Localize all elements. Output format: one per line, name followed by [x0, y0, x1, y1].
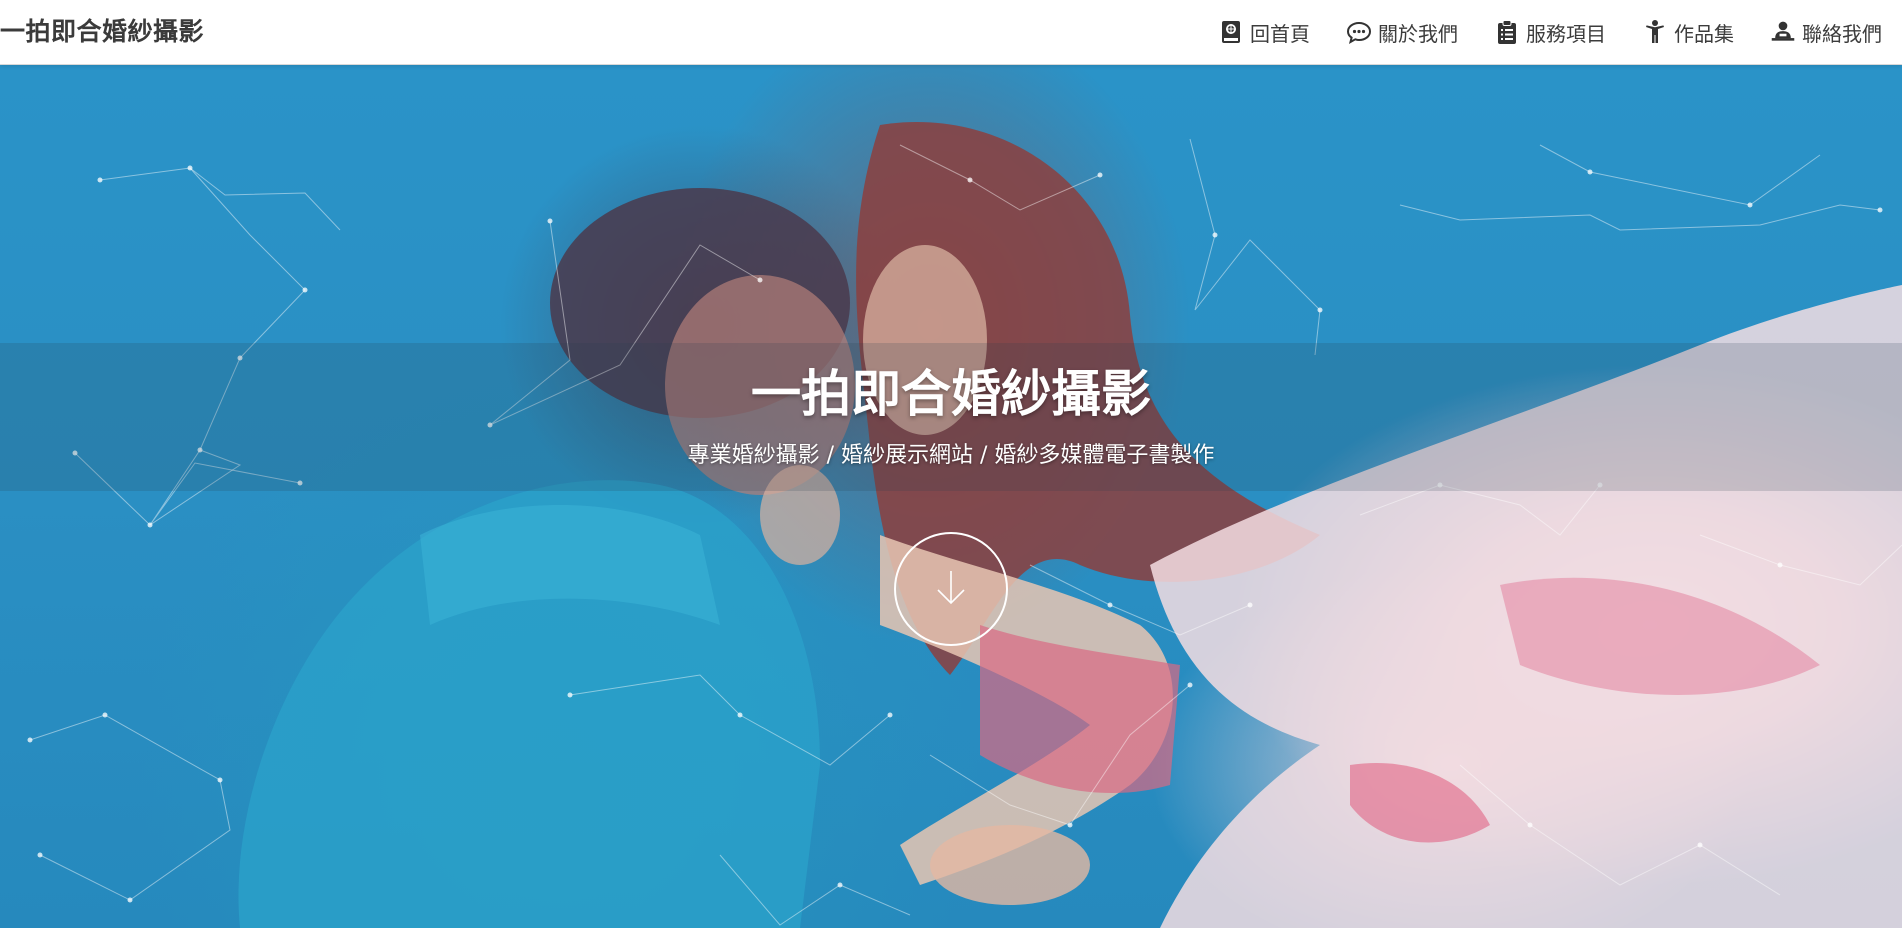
- nav-label-portfolio: 作品集: [1674, 21, 1734, 46]
- hero-photo-illustration: [27, 121, 1902, 928]
- chat-bubble-icon: [1346, 19, 1372, 45]
- nav-label-home: 回首頁: [1250, 21, 1310, 46]
- home-book-icon: [1218, 19, 1244, 45]
- main-nav: 回首頁 關於我們 服務項目 作品集 聯絡我們: [1218, 0, 1882, 64]
- brand-logo[interactable]: 一拍即合婚紗攝影: [0, 16, 204, 48]
- nav-item-contact[interactable]: 聯絡我們: [1770, 18, 1882, 47]
- contact-person-icon: [1770, 19, 1796, 45]
- top-navbar: 一拍即合婚紗攝影 回首頁 關於我們 服務項目 作品集 聯絡我們: [0, 0, 1902, 65]
- hero-banner: 一拍即合婚紗攝影 專業婚紗攝影 / 婚紗展示網站 / 婚紗多媒體電子書製作: [0, 65, 1902, 928]
- nav-item-services[interactable]: 服務項目: [1494, 18, 1606, 47]
- nav-label-services: 服務項目: [1526, 21, 1606, 46]
- nav-item-portfolio[interactable]: 作品集: [1642, 18, 1734, 47]
- hero-title: 一拍即合婚紗攝影: [751, 365, 1151, 423]
- nav-item-about[interactable]: 關於我們: [1346, 18, 1458, 47]
- nav-label-about: 關於我們: [1378, 21, 1458, 46]
- scroll-down-button[interactable]: [894, 532, 1008, 646]
- nav-item-home[interactable]: 回首頁: [1218, 18, 1310, 47]
- clipboard-icon: [1494, 19, 1520, 45]
- person-icon: [1642, 19, 1668, 45]
- arrow-down-icon: [929, 565, 973, 613]
- nav-label-contact: 聯絡我們: [1802, 21, 1882, 46]
- hero-subtitle: 專業婚紗攝影 / 婚紗展示網站 / 婚紗多媒體電子書製作: [687, 443, 1215, 468]
